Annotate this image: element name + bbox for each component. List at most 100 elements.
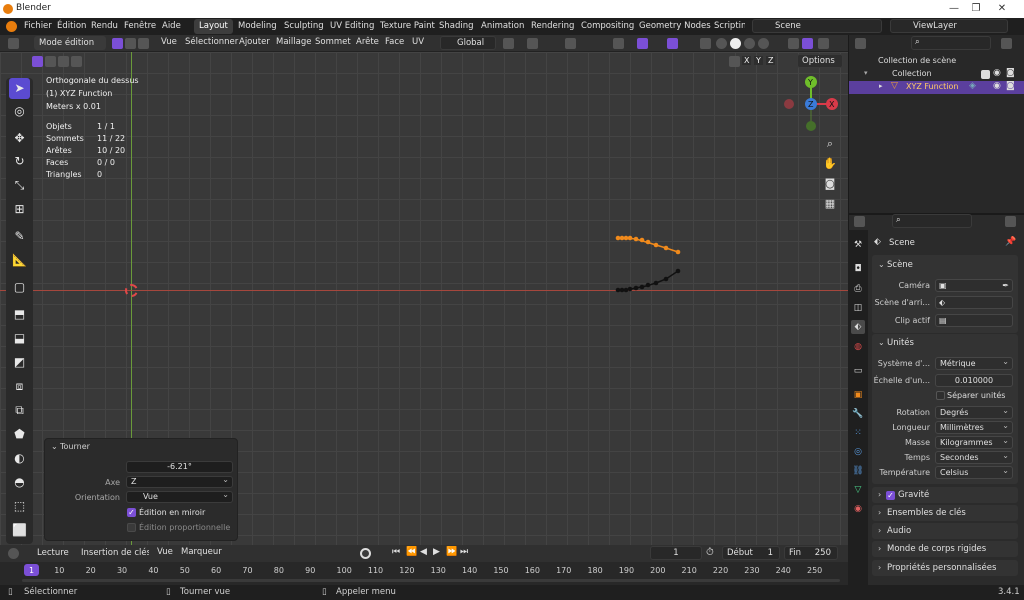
- axis-dropdown[interactable]: Z: [126, 475, 233, 488]
- keying-menu[interactable]: Insertion de clés: [76, 546, 150, 560]
- expand-arrow-icon[interactable]: ›: [878, 490, 881, 499]
- editor-type-icon[interactable]: [8, 38, 19, 49]
- pin-icon[interactable]: 📌: [1005, 237, 1016, 247]
- expand-arrow-icon[interactable]: ▸: [879, 82, 883, 90]
- view-layer-tab-icon[interactable]: ◫: [851, 301, 865, 315]
- menu-window[interactable]: Fenêtre: [124, 21, 156, 31]
- physics-tab-icon[interactable]: ◎: [851, 445, 865, 459]
- timeline-editor-icon[interactable]: [8, 548, 19, 559]
- expand-arrow-icon[interactable]: ›: [878, 526, 881, 535]
- menu-edge[interactable]: Arête: [356, 37, 379, 50]
- orientation-dropdown[interactable]: Vue: [126, 490, 233, 503]
- face-select-icon[interactable]: [138, 38, 149, 49]
- properties-editor-icon[interactable]: [854, 216, 865, 227]
- outliner-row-active[interactable]: ▸ ▽ XYZ Function ◈ ◉ ◙: [849, 81, 1024, 94]
- menu-view[interactable]: Vue: [161, 37, 177, 50]
- outliner-filter-icon[interactable]: [788, 38, 799, 49]
- object-tab-icon[interactable]: ▣: [851, 388, 865, 402]
- tab-compositing[interactable]: Compositing: [576, 19, 639, 34]
- extrude-tool-icon[interactable]: ⬒: [9, 304, 30, 325]
- proportional-checkbox[interactable]: [127, 523, 136, 532]
- xray-icon[interactable]: [700, 38, 711, 49]
- 3d-cursor-icon[interactable]: [125, 284, 138, 297]
- move-tool-icon[interactable]: ✥: [9, 128, 30, 149]
- poly-build-tool-icon[interactable]: ⬟: [9, 424, 30, 445]
- tab-shading[interactable]: Shading: [434, 19, 479, 34]
- overlay-toggle-icon[interactable]: [667, 38, 678, 49]
- menu-select[interactable]: Sélectionner: [185, 37, 238, 50]
- units-section-title[interactable]: Unités: [887, 338, 914, 348]
- visibility-icon[interactable]: [613, 38, 624, 49]
- tab-modeling[interactable]: Modeling: [233, 19, 282, 34]
- tab-geometry-nodes[interactable]: Geometry Nodes: [634, 19, 716, 34]
- separate-units-checkbox[interactable]: [936, 391, 945, 400]
- add-cube-tool-icon[interactable]: ▢: [9, 277, 30, 298]
- tool-tab-icon[interactable]: ⚒: [851, 238, 865, 252]
- visibility-eye-icon[interactable]: ◉: [993, 81, 1001, 91]
- length-dropdown[interactable]: Millimètres: [935, 421, 1013, 434]
- expand-arrow-icon[interactable]: ›: [878, 563, 881, 572]
- mass-dropdown[interactable]: Kilogrammes: [935, 436, 1013, 449]
- solid-shading-icon[interactable]: [730, 38, 741, 49]
- scene-section-title[interactable]: Scène: [887, 260, 913, 270]
- select-box-tool-icon[interactable]: ➤: [9, 78, 30, 99]
- menu-add[interactable]: Ajouter: [239, 37, 270, 50]
- angle-field[interactable]: -6.21°: [126, 461, 233, 473]
- gizmo-toggle-icon[interactable]: [637, 38, 648, 49]
- menu-face[interactable]: Face: [385, 37, 404, 50]
- tab-rendering[interactable]: Rendering: [526, 19, 579, 34]
- measure-tool-icon[interactable]: 📐: [9, 250, 30, 271]
- timeline-scrollbar[interactable]: [22, 579, 840, 582]
- expand-arrow-icon[interactable]: ›: [878, 508, 881, 517]
- gravity-checkbox[interactable]: ✓: [886, 491, 895, 500]
- bevel-tool-icon[interactable]: ◩: [9, 352, 30, 373]
- annotate-tool-icon[interactable]: ✎: [9, 226, 30, 247]
- tab-scripting[interactable]: Scripting: [709, 19, 745, 34]
- viewlayer-selector[interactable]: ViewLayer: [890, 19, 1008, 33]
- scene-tab-icon[interactable]: ⬖: [851, 320, 865, 334]
- ortho-grid-icon[interactable]: ▦: [822, 196, 838, 212]
- timeline-view-menu[interactable]: Vue: [157, 547, 173, 560]
- minimize-icon[interactable]: —: [944, 2, 964, 16]
- pan-hand-icon[interactable]: ✋: [822, 156, 838, 172]
- material-tab-icon[interactable]: ◉: [851, 502, 865, 516]
- properties-search-input[interactable]: ⌕: [892, 214, 972, 228]
- menu-uv[interactable]: UV: [412, 37, 424, 50]
- menu-render[interactable]: Rendu: [91, 21, 118, 31]
- time-dropdown[interactable]: Secondes: [935, 451, 1013, 464]
- tab-animation[interactable]: Animation: [476, 19, 529, 34]
- scale-tool-icon[interactable]: ⤡: [9, 175, 30, 196]
- unit-scale-field[interactable]: 0.010000: [935, 374, 1013, 387]
- data-tab-icon[interactable]: ▽: [851, 483, 865, 497]
- panel-collapse-icon[interactable]: ⌄: [51, 442, 58, 451]
- select-intersect-icon[interactable]: [71, 56, 82, 67]
- collapse-arrow-icon[interactable]: ▾: [864, 69, 868, 77]
- expand-arrow-icon[interactable]: ›: [878, 544, 881, 553]
- transform-tool-icon[interactable]: ⊞: [9, 199, 30, 220]
- close-icon[interactable]: ✕: [992, 2, 1012, 16]
- background-scene-field[interactable]: ⬖: [935, 296, 1013, 309]
- section-collapse-icon[interactable]: ⌄: [878, 260, 885, 269]
- rotate-tool-icon[interactable]: ↻: [9, 151, 30, 172]
- cursor-tool-icon[interactable]: ◎: [9, 101, 30, 122]
- modifier-tab-icon[interactable]: 🔧: [851, 407, 865, 421]
- tab-texture-paint[interactable]: Texture Paint: [375, 19, 440, 34]
- end-frame-field[interactable]: Fin 250: [784, 546, 838, 560]
- wireframe-shading-icon[interactable]: [716, 38, 727, 49]
- select-new-icon[interactable]: [32, 56, 43, 67]
- outliner-root[interactable]: Collection de scène: [878, 56, 956, 65]
- tab-sculpting[interactable]: Sculpting: [279, 19, 329, 34]
- rendered-shading-icon[interactable]: [758, 38, 769, 49]
- axis-z-toggle[interactable]: Z: [766, 56, 776, 65]
- outliner-select-icon[interactable]: [802, 38, 813, 49]
- spin-tool-icon[interactable]: ◐: [9, 448, 30, 469]
- select-extend-icon[interactable]: [45, 56, 56, 67]
- eyedropper-icon[interactable]: ✒: [1002, 280, 1009, 291]
- timeline-marker-menu[interactable]: Marqueur: [181, 547, 222, 560]
- vertex-select-icon[interactable]: [112, 38, 123, 49]
- active-clip-field[interactable]: ▤: [935, 314, 1013, 327]
- jump-start-icon[interactable]: ⏮: [392, 547, 400, 560]
- unit-system-dropdown[interactable]: Métrique: [935, 357, 1013, 370]
- axis-y-toggle[interactable]: Y: [754, 56, 763, 65]
- mesh-vertices[interactable]: [612, 230, 684, 298]
